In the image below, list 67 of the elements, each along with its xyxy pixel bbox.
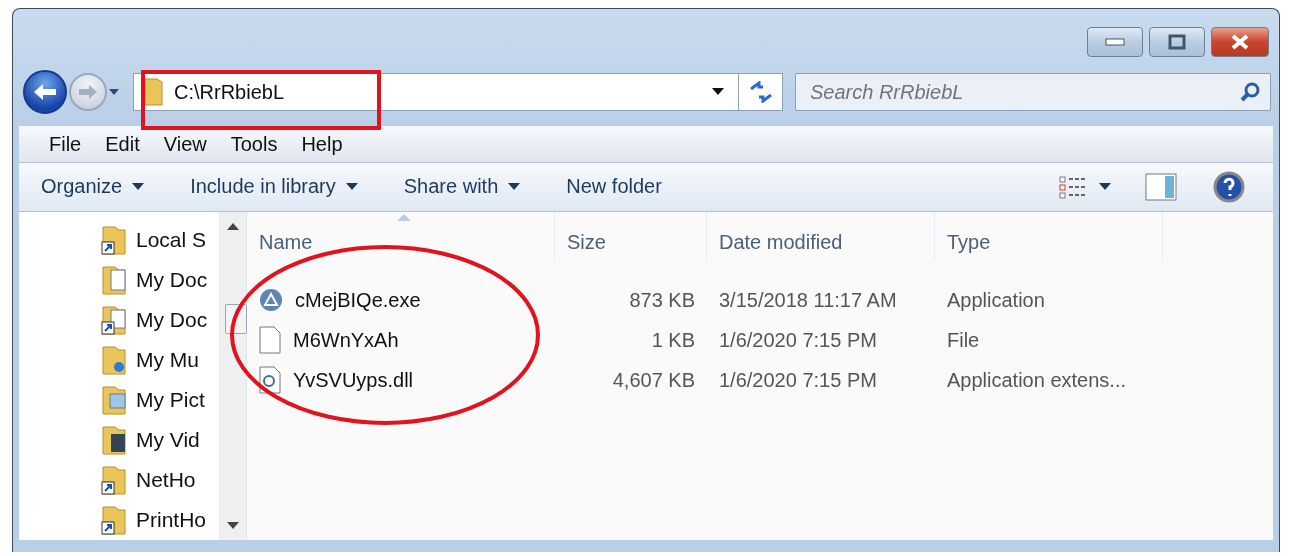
close-button[interactable] [1211, 27, 1269, 57]
view-options-icon[interactable] [1059, 174, 1087, 199]
column-header[interactable]: Size [555, 212, 707, 260]
forward-arrow-icon [77, 83, 99, 101]
menu-item[interactable]: File [37, 132, 94, 156]
address-bar[interactable]: C:\RrRbiebL [133, 73, 739, 111]
nav-item[interactable]: NetHo [101, 460, 219, 500]
menu-item[interactable]: Help [289, 132, 355, 156]
nav-item[interactable]: My Doc [101, 300, 219, 340]
caret-icon [712, 88, 724, 96]
pictures-folder-icon [101, 385, 126, 415]
nav-item[interactable]: My Mu [101, 340, 219, 380]
nav-item[interactable]: My Vid [101, 420, 219, 460]
close-icon [1230, 34, 1250, 50]
file-date: 1/6/2020 7:15 PM [718, 368, 878, 392]
nav-item[interactable]: My Doc [101, 260, 219, 300]
application-icon [259, 288, 283, 312]
column-header[interactable]: Date modified [707, 212, 935, 260]
refresh-button[interactable] [739, 73, 783, 111]
recent-pages-caret-icon[interactable] [109, 88, 119, 96]
back-button[interactable] [23, 70, 67, 114]
file-size: 4,607 KB [611, 368, 696, 392]
scrollbar[interactable] [219, 212, 247, 540]
music-folder-icon [101, 345, 126, 375]
search-field[interactable]: Search RrRbiebL [795, 73, 1271, 111]
search-icon[interactable] [1239, 81, 1261, 103]
menu-item[interactable]: Tools [218, 132, 290, 156]
nav-item[interactable]: PrintHo [101, 500, 219, 540]
shortcut-folder-icon [101, 465, 126, 495]
toolbar-button[interactable]: New folder [566, 175, 662, 199]
refresh-arrows-icon [747, 81, 774, 103]
help-icon[interactable] [1213, 170, 1245, 203]
documents-folder-icon [101, 265, 126, 295]
menu-item[interactable]: Edit [93, 132, 152, 156]
file-type: Application extens... [946, 368, 1127, 392]
file-name[interactable]: YvSVUyps.dll [293, 368, 414, 392]
videos-folder-icon [101, 425, 126, 455]
column-header[interactable]: Name [247, 212, 555, 260]
file-date: 3/15/2018 11:17 AM [718, 288, 898, 312]
nav-item[interactable]: Local S [101, 220, 219, 260]
maximize-icon [1168, 34, 1186, 50]
file-type: File [946, 328, 981, 352]
toolbar-button[interactable]: Include in library [190, 175, 358, 199]
file-type: Application [946, 288, 1046, 312]
blank-file-icon [259, 326, 281, 354]
file-size: 1 KB [650, 328, 696, 352]
shortcut-folder-icon [101, 505, 126, 535]
shortcut-folder-icon [101, 225, 126, 255]
file-size: 873 KB [628, 288, 696, 312]
minimize-button[interactable] [1087, 27, 1143, 57]
scroll-up-icon[interactable] [226, 222, 239, 230]
toolbar-button[interactable]: Organize [41, 175, 145, 199]
file-date: 1/6/2020 7:15 PM [718, 328, 878, 352]
toolbar-button[interactable]: Share with [403, 175, 521, 199]
back-arrow-icon [32, 82, 58, 102]
menu-item[interactable]: View [151, 132, 219, 156]
scroll-down-icon[interactable] [226, 522, 239, 530]
shortcut-folder-icon [101, 305, 126, 335]
minimize-icon [1105, 38, 1125, 46]
address-path: C:\RrRbiebL [174, 80, 286, 104]
file-name[interactable]: cMejBIQe.exe [295, 288, 421, 312]
maximize-button[interactable] [1149, 27, 1205, 57]
column-header[interactable]: Type [935, 212, 1163, 260]
caret-icon [1099, 182, 1111, 191]
nav-item[interactable]: My Pict [101, 380, 219, 420]
folder-icon [144, 78, 164, 106]
file-name[interactable]: M6WnYxAh [293, 328, 399, 352]
